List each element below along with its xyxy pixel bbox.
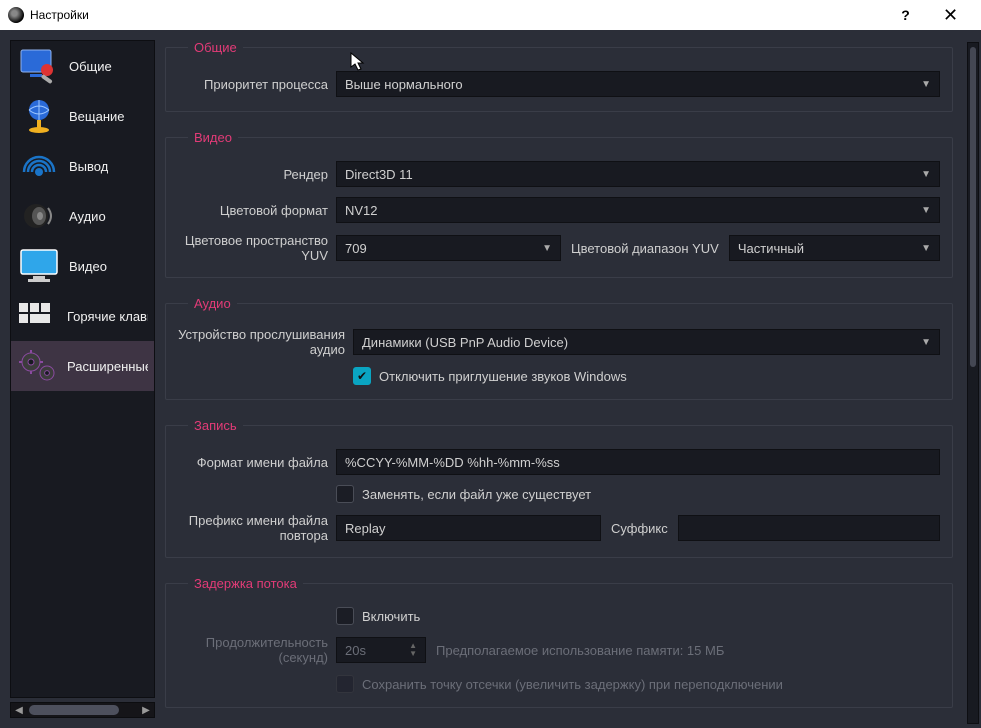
sidebar-item-output[interactable]: Вывод [11,141,154,191]
select-value: Частичный [738,241,804,256]
sidebar-item-stream[interactable]: Вещание [11,91,154,141]
speaker-icon [17,196,61,236]
color-space-label: Цветовое пространство YUV [178,233,336,263]
chevron-down-icon: ▼ [542,243,552,254]
group-audio: Аудио Устройство прослушивания аудио Дин… [165,296,953,400]
renderer-select[interactable]: Direct3D 11 ▼ [336,161,940,187]
sidebar-item-hotkeys[interactable]: Горячие клавиши [11,291,154,341]
select-value: NV12 [345,203,378,218]
replay-suffix-field[interactable] [687,521,931,536]
color-range-select[interactable]: Частичный ▼ [729,235,940,261]
scroll-thumb[interactable] [970,47,976,367]
window-title: Настройки [30,8,883,22]
sidebar-item-label: Общие [69,59,112,74]
replay-suffix-label: Суффикс [601,521,678,536]
delay-enable-label: Включить [362,609,420,624]
chevron-down-icon: ▼ [921,337,931,348]
monitor-wrench-icon [17,46,61,86]
scroll-left-icon[interactable]: ◀ [11,703,27,717]
help-button[interactable]: ? [883,0,928,30]
delay-preserve-checkbox [336,675,354,693]
sidebar-item-video[interactable]: Видео [11,241,154,291]
app-icon [8,7,24,23]
color-range-label: Цветовой диапазон YUV [561,241,729,256]
spinner-arrows-icon: ▲▼ [409,642,417,658]
filename-format-label: Формат имени файла [178,455,336,470]
delay-enable-checkbox[interactable] [336,607,354,625]
overwrite-checkbox[interactable] [336,485,354,503]
monitor-device-select[interactable]: Динамики (USB PnP Audio Device) ▼ [353,329,940,355]
color-space-select[interactable]: 709 ▼ [336,235,561,261]
replay-prefix-input[interactable] [336,515,601,541]
globe-stream-icon [17,96,61,136]
keyboard-icon [17,296,59,336]
group-legend: Аудио [188,296,237,311]
priority-label: Приоритет процесса [178,77,336,92]
delay-duration-label: Продолжительность (секунд) [178,635,336,665]
renderer-label: Рендер [178,167,336,182]
sidebar-item-label: Горячие клавиши [67,309,148,324]
chevron-down-icon: ▼ [921,79,931,90]
group-legend: Задержка потока [188,576,303,591]
group-video: Видео Рендер Direct3D 11 ▼ Цветовой форм… [165,130,953,278]
scroll-thumb[interactable] [29,705,119,715]
disable-ducking-checkbox[interactable] [353,367,371,385]
sidebar-item-audio[interactable]: Аудио [11,191,154,241]
disable-ducking-label: Отключить приглушение звуков Windows [379,369,627,384]
vertical-scrollbar[interactable] [967,42,979,724]
filename-format-input[interactable] [336,449,940,475]
titlebar: Настройки ? ✕ [0,0,981,30]
chevron-down-icon: ▼ [921,169,931,180]
select-value: 709 [345,241,367,256]
overwrite-label: Заменять, если файл уже существует [362,487,591,502]
replay-prefix-label: Префикс имени файла повтора [178,513,336,543]
spinner-value: 20s [345,643,366,658]
select-value: Direct3D 11 [345,167,413,182]
group-legend: Запись [188,418,243,433]
gears-icon [17,346,59,386]
sidebar-item-label: Видео [69,259,107,274]
group-legend: Видео [188,130,238,145]
sidebar-hscrollbar[interactable]: ◀ ▶ [10,702,155,718]
replay-prefix-field[interactable] [345,521,592,536]
delay-duration-spinner: 20s ▲▼ [336,637,426,663]
select-value: Выше нормального [345,77,463,92]
chevron-down-icon: ▼ [921,205,931,216]
color-format-label: Цветовой формат [178,203,336,218]
group-general: Общие Приоритет процесса Выше нормальног… [165,40,953,112]
monitor-icon [17,246,61,286]
group-stream-delay: Задержка потока Включить Продолжительнос… [165,576,953,708]
sidebar-item-label: Вывод [69,159,108,174]
sidebar-item-label: Вещание [69,109,125,124]
settings-sidebar: Общие Вещание Вывод Аудио [10,40,155,698]
color-format-select[interactable]: NV12 ▼ [336,197,940,223]
priority-select[interactable]: Выше нормального ▼ [336,71,940,97]
scroll-right-icon[interactable]: ▶ [138,703,154,717]
delay-preserve-label: Сохранить точку отсечки (увеличить задер… [362,677,783,692]
chevron-down-icon: ▼ [921,243,931,254]
filename-format-field[interactable] [345,455,931,470]
signal-output-icon [17,146,61,186]
settings-panel: Общие Приоритет процесса Выше нормальног… [155,30,981,728]
memory-estimate-label: Предполагаемое использование памяти: 15 … [426,643,734,658]
sidebar-item-label: Расширенные [67,359,148,374]
sidebar-item-label: Аудио [69,209,106,224]
sidebar-item-advanced[interactable]: Расширенные [11,341,154,391]
sidebar-item-general[interactable]: Общие [11,41,154,91]
select-value: Динамики (USB PnP Audio Device) [362,335,568,350]
monitor-device-label: Устройство прослушивания аудио [178,327,353,357]
group-recording: Запись Формат имени файла Заменять, если… [165,418,953,558]
group-legend: Общие [188,40,243,55]
replay-suffix-input[interactable] [678,515,940,541]
close-button[interactable]: ✕ [928,0,973,30]
